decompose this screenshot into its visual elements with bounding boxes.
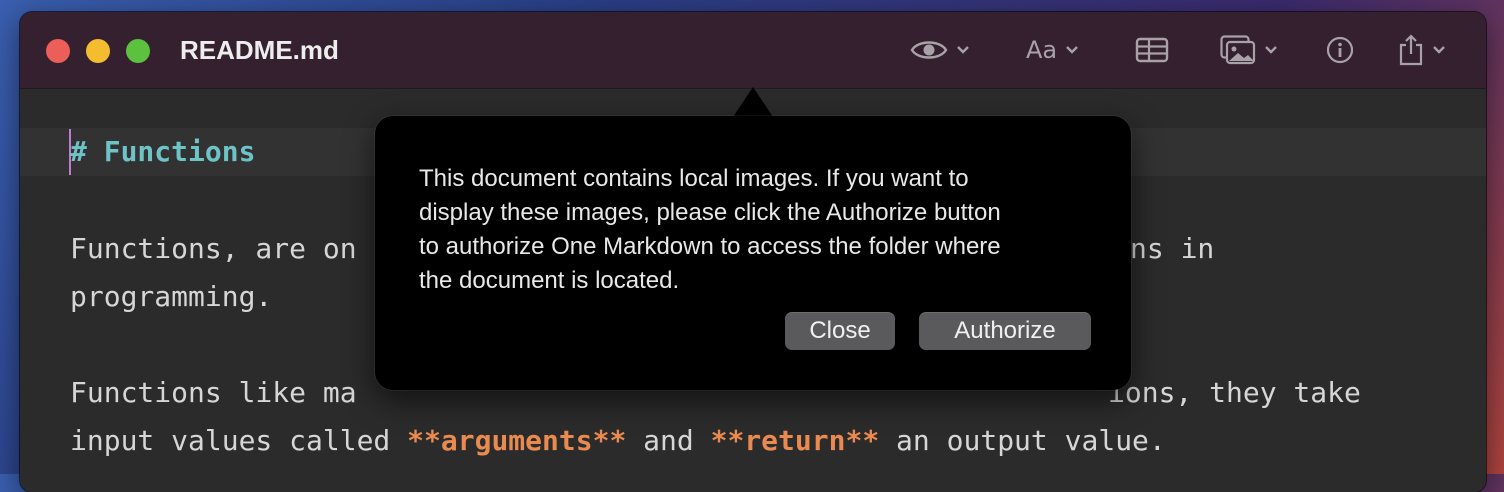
chevron-down-icon — [957, 46, 969, 54]
line-text: an output value. — [879, 424, 1166, 457]
maximize-window-button[interactable] — [126, 39, 150, 63]
line-text: ns in — [1130, 232, 1215, 265]
font-settings-button[interactable]: Aa — [1026, 34, 1079, 66]
paragraph-line[interactable]: input values called **arguments** and **… — [70, 417, 1166, 465]
paragraph-line-tail[interactable]: ions, they take — [1108, 369, 1361, 417]
chevron-down-icon — [1433, 46, 1445, 54]
table-icon — [1135, 37, 1169, 63]
chevron-down-icon — [1265, 46, 1277, 54]
window-title: README.md — [180, 35, 339, 65]
line-text: ions, they take — [1108, 376, 1361, 409]
insert-table-button[interactable] — [1135, 34, 1169, 66]
paragraph-line[interactable]: Functions, are on — [70, 225, 357, 273]
authorize-popover: This document contains local images. If … — [375, 116, 1131, 390]
line-text: Functions like ma — [70, 376, 357, 409]
bold-text: **return** — [710, 424, 880, 457]
chevron-down-icon — [1066, 46, 1078, 54]
line-text: input values called — [70, 424, 408, 457]
minimize-window-button[interactable] — [86, 39, 110, 63]
paragraph-line[interactable]: Functions like ma — [70, 369, 357, 417]
heading-line[interactable]: # Functions — [70, 128, 255, 176]
font-label: Aa — [1026, 36, 1058, 64]
title-bar: README.md Aa — [20, 12, 1486, 89]
info-button[interactable] — [1326, 34, 1354, 66]
close-window-button[interactable] — [46, 39, 70, 63]
share-button[interactable] — [1398, 34, 1446, 66]
popover-message: This document contains local images. If … — [419, 165, 1001, 294]
info-icon — [1326, 36, 1354, 64]
line-text: Functions, are on — [70, 232, 357, 265]
share-icon — [1399, 34, 1423, 66]
insert-image-button[interactable] — [1220, 34, 1278, 66]
paragraph-line[interactable]: programming. — [70, 273, 272, 321]
close-button[interactable]: Close — [785, 312, 895, 350]
eye-icon — [910, 41, 948, 59]
authorize-button[interactable]: Authorize — [919, 312, 1091, 350]
popover-arrow — [733, 87, 773, 117]
line-text: and — [626, 424, 711, 457]
preview-mode-button[interactable] — [910, 34, 970, 66]
image-icon — [1220, 35, 1256, 65]
paragraph-line-tail[interactable]: ns in — [1130, 225, 1214, 273]
bold-text: **arguments** — [407, 424, 627, 457]
